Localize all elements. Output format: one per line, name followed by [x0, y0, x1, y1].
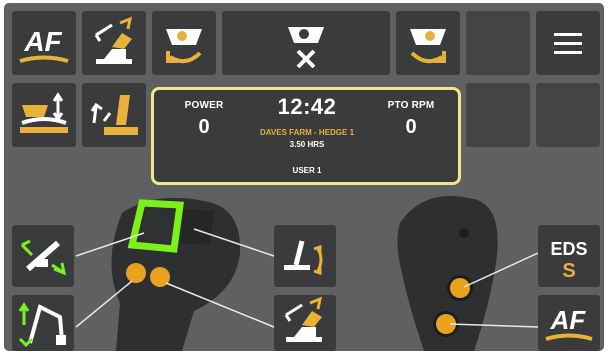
head-angle-button[interactable]	[82, 11, 146, 75]
af-text-lower: AF	[550, 305, 587, 335]
location-text: DAVES FARM - HEDGE 1	[259, 128, 355, 137]
right-joystick-button-1[interactable]	[450, 278, 470, 298]
head-lift-icon	[20, 92, 68, 133]
arm-reach-icon	[20, 239, 67, 276]
boom-fold-icon	[18, 302, 66, 348]
eds-button[interactable]: EDS S	[538, 225, 600, 287]
arm-reach-button[interactable]	[12, 225, 74, 287]
af-button[interactable]: AF	[12, 11, 76, 75]
rotor-stop-button[interactable]	[222, 11, 390, 75]
rotor-right-button[interactable]	[396, 11, 460, 75]
empty-button-top[interactable]	[466, 11, 530, 75]
rotor-left-button[interactable]	[152, 11, 216, 75]
eds-text: EDS	[550, 239, 587, 259]
rotor-rotate-right-icon	[410, 29, 446, 64]
clock: 12:42	[277, 94, 337, 119]
control-screen: AF POWER 0 12:42 DAVES FARM - HEDGE 1 3.…	[4, 3, 604, 351]
rotor-rotate-left-icon	[166, 29, 202, 64]
empty-button-row2b[interactable]	[536, 83, 600, 147]
hours-text: 3.50 HRS	[289, 140, 325, 149]
joystick-rocker-right[interactable]	[180, 209, 214, 245]
af-icon: AF	[19, 26, 69, 63]
joystick-yellow-button-1[interactable]	[126, 263, 146, 283]
menu-icon	[554, 33, 582, 54]
arm-tilt-icon	[90, 95, 138, 135]
eds-subtext: S	[562, 260, 575, 282]
eds-icon: EDS S	[550, 239, 587, 282]
pto-value: 0	[405, 116, 417, 138]
power-label: POWER	[184, 100, 224, 111]
user-text: USER 1	[292, 166, 322, 175]
arm-tilt-button[interactable]	[82, 83, 146, 147]
af-icon: AF	[545, 305, 593, 341]
rotor-stop-icon	[288, 27, 324, 69]
menu-button[interactable]	[536, 11, 600, 75]
af-text: AF	[23, 26, 62, 57]
head-angle-button-lower[interactable]	[274, 295, 336, 351]
boom-fold-button[interactable]	[12, 295, 74, 351]
head-lift-button[interactable]	[12, 83, 76, 147]
head-tilt-icon	[284, 240, 323, 276]
af-button-lower[interactable]: AF	[538, 295, 600, 351]
status-panel: POWER 0 12:42 DAVES FARM - HEDGE 1 3.50 …	[151, 87, 461, 185]
head-angle-arrows-icon	[94, 16, 133, 64]
head-angle-arrows-icon	[284, 296, 323, 342]
pto-label: PTO RPM	[387, 100, 435, 111]
head-tilt-button[interactable]	[274, 225, 336, 287]
empty-button-row2a[interactable]	[466, 83, 530, 147]
